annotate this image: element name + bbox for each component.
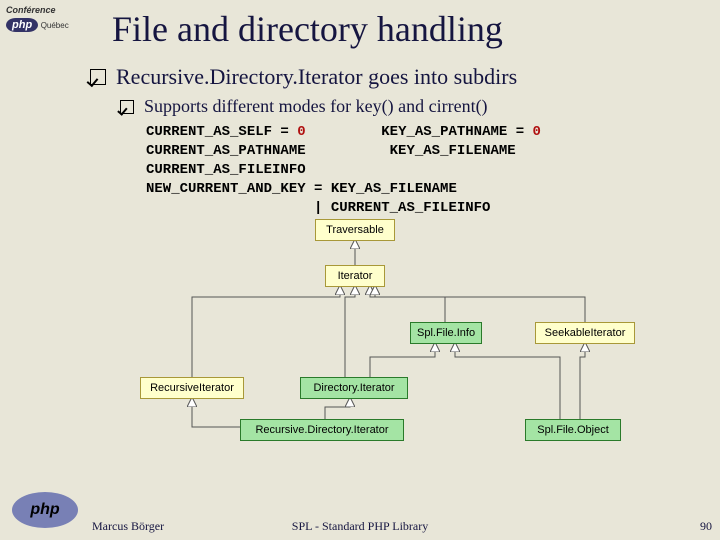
node-splfileobject: Spl.File.Object (525, 419, 621, 441)
const-k1a: KEY_AS_PATHNAME (381, 124, 515, 140)
bullet-level2: Supports different modes for key() and c… (120, 96, 716, 117)
const-c1a: CURRENT_AS_SELF (146, 124, 280, 140)
const-c2: CURRENT_AS_PATHNAME (146, 143, 306, 159)
check-icon (120, 100, 134, 114)
node-splfileinfo: Spl.File.Info (410, 322, 482, 344)
check-icon (90, 69, 106, 85)
footer-author: Marcus Börger (92, 519, 164, 534)
const-c4a: NEW_CURRENT_AND_KEY = KEY_AS_FILENAME (146, 181, 457, 197)
node-directoryiterator: Directory.Iterator (300, 377, 408, 399)
const-k2: KEY_AS_FILENAME (390, 143, 516, 159)
node-seekableiterator: SeekableIterator (535, 322, 635, 344)
const-k1z: 0 (533, 124, 541, 140)
slide-title: File and directory handling (90, 8, 716, 50)
node-recursivedirectoryiterator: Recursive.Directory.Iterator (240, 419, 404, 441)
logo-region: Québec (41, 21, 69, 30)
conference-logo: Conférence php Québec (6, 6, 84, 32)
const-c1z: 0 (297, 124, 305, 140)
node-iterator: Iterator (325, 265, 385, 287)
bullet2-text: Supports different modes for key() and c… (144, 96, 488, 117)
php-logo-text: php (30, 501, 59, 519)
const-c1b: = (280, 124, 297, 140)
constants-block: CURRENT_AS_SELF = 0 KEY_AS_PATHNAME = 0 … (146, 123, 716, 217)
logo-php-badge: php (6, 18, 38, 32)
footer-page-number: 90 (700, 519, 712, 534)
node-recursiveiterator: RecursiveIterator (140, 377, 244, 399)
sidebar: Conférence php Québec php (0, 0, 90, 540)
const-c3: CURRENT_AS_FILEINFO (146, 162, 306, 178)
const-k1b: = (516, 124, 533, 140)
node-traversable: Traversable (315, 219, 395, 241)
footer: Marcus Börger SPL - Standard PHP Library… (0, 519, 720, 534)
bullet1-text: Recursive.Directory.Iterator goes into s… (116, 64, 517, 90)
logo-line1: Conférence (6, 5, 56, 15)
main-content: File and directory handling Recursive.Di… (90, 0, 716, 447)
const-c4b: | CURRENT_AS_FILEINFO (146, 200, 490, 216)
bullet-level1: Recursive.Directory.Iterator goes into s… (90, 64, 716, 90)
class-diagram: Traversable Iterator Spl.File.Info Seeka… (90, 217, 716, 447)
